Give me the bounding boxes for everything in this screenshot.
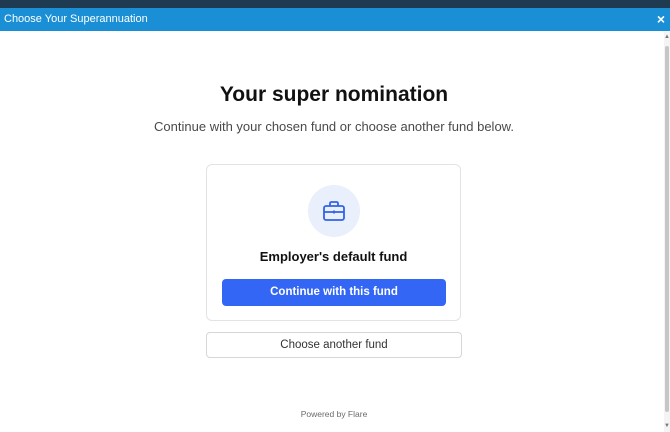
powered-by-footer: Powered by Flare <box>300 409 368 419</box>
fund-name: Employer's default fund <box>259 249 408 264</box>
close-icon[interactable]: × <box>654 10 668 28</box>
scroll-down-arrow-icon[interactable]: ▼ <box>664 422 670 430</box>
briefcase-icon <box>323 201 345 221</box>
fund-icon-badge <box>308 185 360 237</box>
continue-with-fund-button[interactable]: Continue with this fund <box>222 279 446 306</box>
scrollbar-thumb[interactable] <box>665 46 669 412</box>
top-strip <box>0 0 670 8</box>
default-fund-card: Employer's default fund Continue with th… <box>206 164 461 321</box>
page-title: Your super nomination <box>219 83 449 106</box>
page-subtitle: Continue with your chosen fund or choose… <box>154 119 514 134</box>
scrollbar[interactable]: ▲ ▼ <box>664 31 670 432</box>
dialog-titlebar: Choose Your Superannuation × <box>0 8 670 31</box>
dialog-title: Choose Your Superannuation <box>4 13 148 25</box>
scroll-up-arrow-icon[interactable]: ▲ <box>664 33 670 41</box>
choose-another-fund-button[interactable]: Choose another fund <box>206 332 462 358</box>
dialog-content: Your super nomination Continue with your… <box>0 31 664 432</box>
